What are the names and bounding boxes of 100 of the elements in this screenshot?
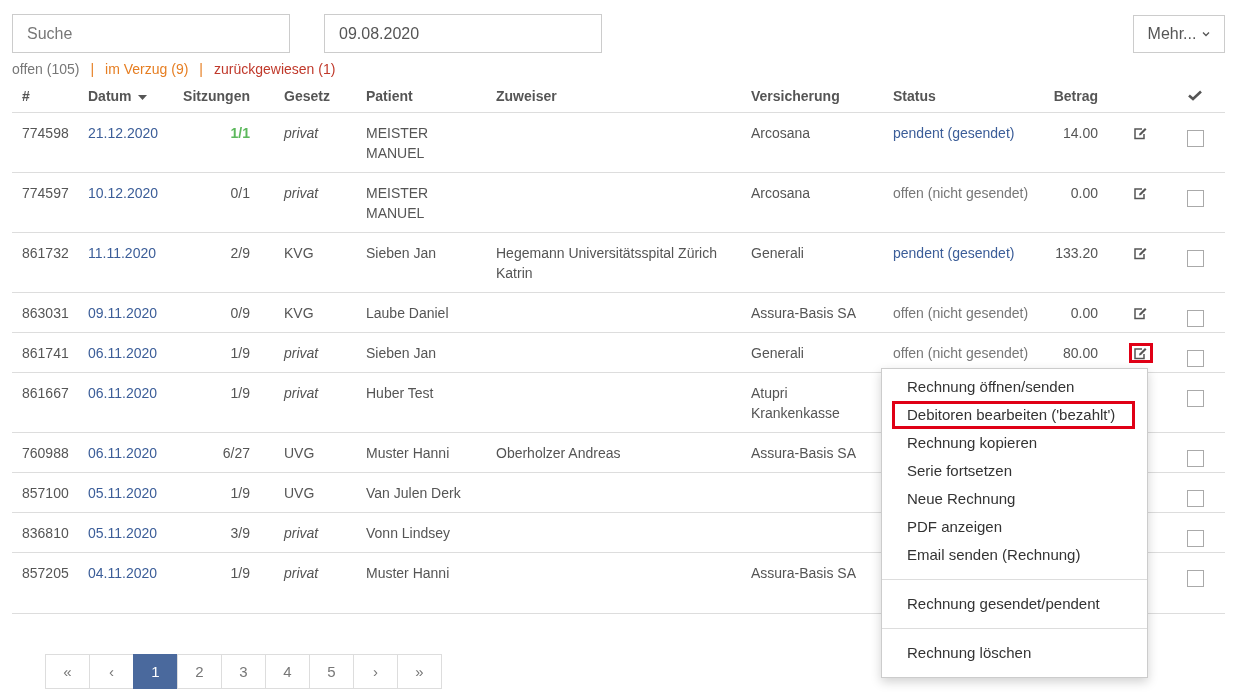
column-header[interactable]: Gesetz xyxy=(274,79,356,113)
chevron-down-icon xyxy=(1202,30,1211,37)
menu-item[interactable]: Serie fortsetzen xyxy=(892,457,1135,485)
search-field[interactable]: Suche xyxy=(12,14,290,53)
patient-name: MEISTER MANUEL xyxy=(366,125,429,161)
sort-caret-icon xyxy=(137,94,147,100)
date-link[interactable]: 05.11.2020 xyxy=(88,485,158,501)
invoice-number: 774597 xyxy=(22,185,69,201)
page-button[interactable]: « xyxy=(45,654,90,689)
date-link[interactable]: 10.12.2020 xyxy=(88,185,159,201)
amount: 133.20 xyxy=(1055,245,1098,261)
invoice-number: 861732 xyxy=(22,245,69,261)
patient-name: Sieben Jan xyxy=(366,345,437,361)
menu-item[interactable]: Rechnung löschen xyxy=(892,639,1135,667)
sessions-count: 1/9 xyxy=(230,565,250,581)
page-button[interactable]: 1 xyxy=(133,654,178,689)
row-checkbox[interactable] xyxy=(1186,190,1204,207)
column-header[interactable]: Zuweiser xyxy=(486,79,741,113)
sessions-count: 1/9 xyxy=(230,345,250,361)
sessions-count: 2/9 xyxy=(230,245,250,261)
page-button[interactable]: 2 xyxy=(177,654,222,689)
date-link[interactable]: 06.11.2020 xyxy=(88,345,158,361)
edit-icon xyxy=(1133,346,1148,360)
filter-link[interactable]: zurückgewiesen (1) xyxy=(214,61,336,77)
menu-item[interactable]: Rechnung öffnen/senden xyxy=(892,373,1135,401)
status-text: offen (nicht gesendet) xyxy=(893,305,1029,321)
sessions-count: 0/1 xyxy=(230,185,250,201)
menu-item[interactable]: Rechnung gesendet/pendent xyxy=(892,590,1135,618)
patient-name: MEISTER MANUEL xyxy=(366,185,429,221)
law-text: privat xyxy=(284,385,319,401)
referrer-name: Hegemann Universitätsspital Zürich Katrin xyxy=(496,245,717,281)
page-button[interactable]: » xyxy=(397,654,442,689)
sessions-count: 0/9 xyxy=(230,305,250,321)
column-header[interactable]: Versicherung xyxy=(741,79,883,113)
patient-name: Vonn Lindsey xyxy=(366,525,451,541)
column-header[interactable]: Datum xyxy=(78,79,171,113)
date-link[interactable]: 09.11.2020 xyxy=(88,305,158,321)
invoice-number: 836810 xyxy=(22,525,69,541)
row-checkbox[interactable] xyxy=(1186,390,1204,407)
status-text: pendent (gesendet) xyxy=(893,125,1015,141)
edit-icon xyxy=(1133,186,1148,200)
insurance-name: Assura-Basis SA xyxy=(751,445,857,461)
invoice-number: 857100 xyxy=(22,485,69,501)
amount: 0.00 xyxy=(1070,305,1098,321)
page-button[interactable]: 4 xyxy=(265,654,310,689)
separator: | xyxy=(90,61,95,77)
row-checkbox[interactable] xyxy=(1186,570,1204,587)
edit-icon xyxy=(1133,306,1148,320)
page-button[interactable]: 3 xyxy=(221,654,266,689)
edit-button[interactable] xyxy=(1128,343,1153,363)
amount: 14.00 xyxy=(1062,125,1098,141)
invoice-number: 863031 xyxy=(22,305,69,321)
sessions-count: 1/9 xyxy=(230,485,250,501)
menu-item[interactable]: Email senden (Rechnung) xyxy=(892,541,1135,569)
date-link[interactable]: 21.12.2020 xyxy=(88,125,159,141)
patient-name: Muster Hanni xyxy=(366,565,450,581)
patient-name: Laube Daniel xyxy=(366,305,449,321)
row-checkbox[interactable] xyxy=(1186,310,1204,327)
row-checkbox[interactable] xyxy=(1186,250,1204,267)
sessions-count: 6/27 xyxy=(222,445,250,461)
date-link[interactable]: 06.11.2020 xyxy=(88,385,158,401)
edit-icon xyxy=(1133,246,1148,260)
status-text: offen (nicht gesendet) xyxy=(893,345,1029,361)
invoice-number: 861741 xyxy=(22,345,69,361)
insurance-name: Assura-Basis SA xyxy=(751,305,857,321)
row-checkbox[interactable] xyxy=(1186,350,1204,367)
law-text: privat xyxy=(284,345,319,361)
date-link[interactable]: 04.11.2020 xyxy=(88,565,158,581)
column-header[interactable]: Status xyxy=(883,79,1043,113)
column-header[interactable]: Betrag xyxy=(1043,79,1116,113)
law-text: UVG xyxy=(284,445,315,461)
date-link[interactable]: 06.11.2020 xyxy=(88,445,158,461)
row-checkbox[interactable] xyxy=(1186,530,1204,547)
date-field[interactable]: 09.08.2020 xyxy=(324,14,602,53)
patient-name: Sieben Jan xyxy=(366,245,437,261)
law-text: privat xyxy=(284,125,319,141)
insurance-name: Generali xyxy=(751,345,804,361)
amount: 0.00 xyxy=(1070,185,1098,201)
insurance-name: Arcosana xyxy=(751,185,811,201)
column-header[interactable]: Sitzungen xyxy=(171,79,274,113)
row-checkbox[interactable] xyxy=(1186,490,1204,507)
menu-item[interactable]: Debitoren bearbeiten ('bezahlt') xyxy=(892,401,1135,429)
column-header[interactable]: Patient xyxy=(356,79,486,113)
column-header[interactable]: # xyxy=(12,79,78,113)
menu-item[interactable]: PDF anzeigen xyxy=(892,513,1135,541)
more-button[interactable]: Mehr... xyxy=(1133,14,1225,53)
filter-link[interactable]: offen (105) xyxy=(12,61,80,77)
page-button[interactable]: › xyxy=(353,654,398,689)
sessions-count: 1/1 xyxy=(230,125,250,141)
row-checkbox[interactable] xyxy=(1186,450,1204,467)
patient-name: Muster Hanni xyxy=(366,445,450,461)
menu-item[interactable]: Rechnung kopieren xyxy=(892,429,1135,457)
invoice-number: 861667 xyxy=(22,385,69,401)
date-link[interactable]: 11.11.2020 xyxy=(88,245,156,261)
law-text: privat xyxy=(284,565,319,581)
menu-item[interactable]: Neue Rechnung xyxy=(892,485,1135,513)
date-link[interactable]: 05.11.2020 xyxy=(88,525,158,541)
page-button[interactable]: 5 xyxy=(309,654,354,689)
sessions-count: 3/9 xyxy=(230,525,250,541)
row-checkbox[interactable] xyxy=(1186,130,1204,147)
